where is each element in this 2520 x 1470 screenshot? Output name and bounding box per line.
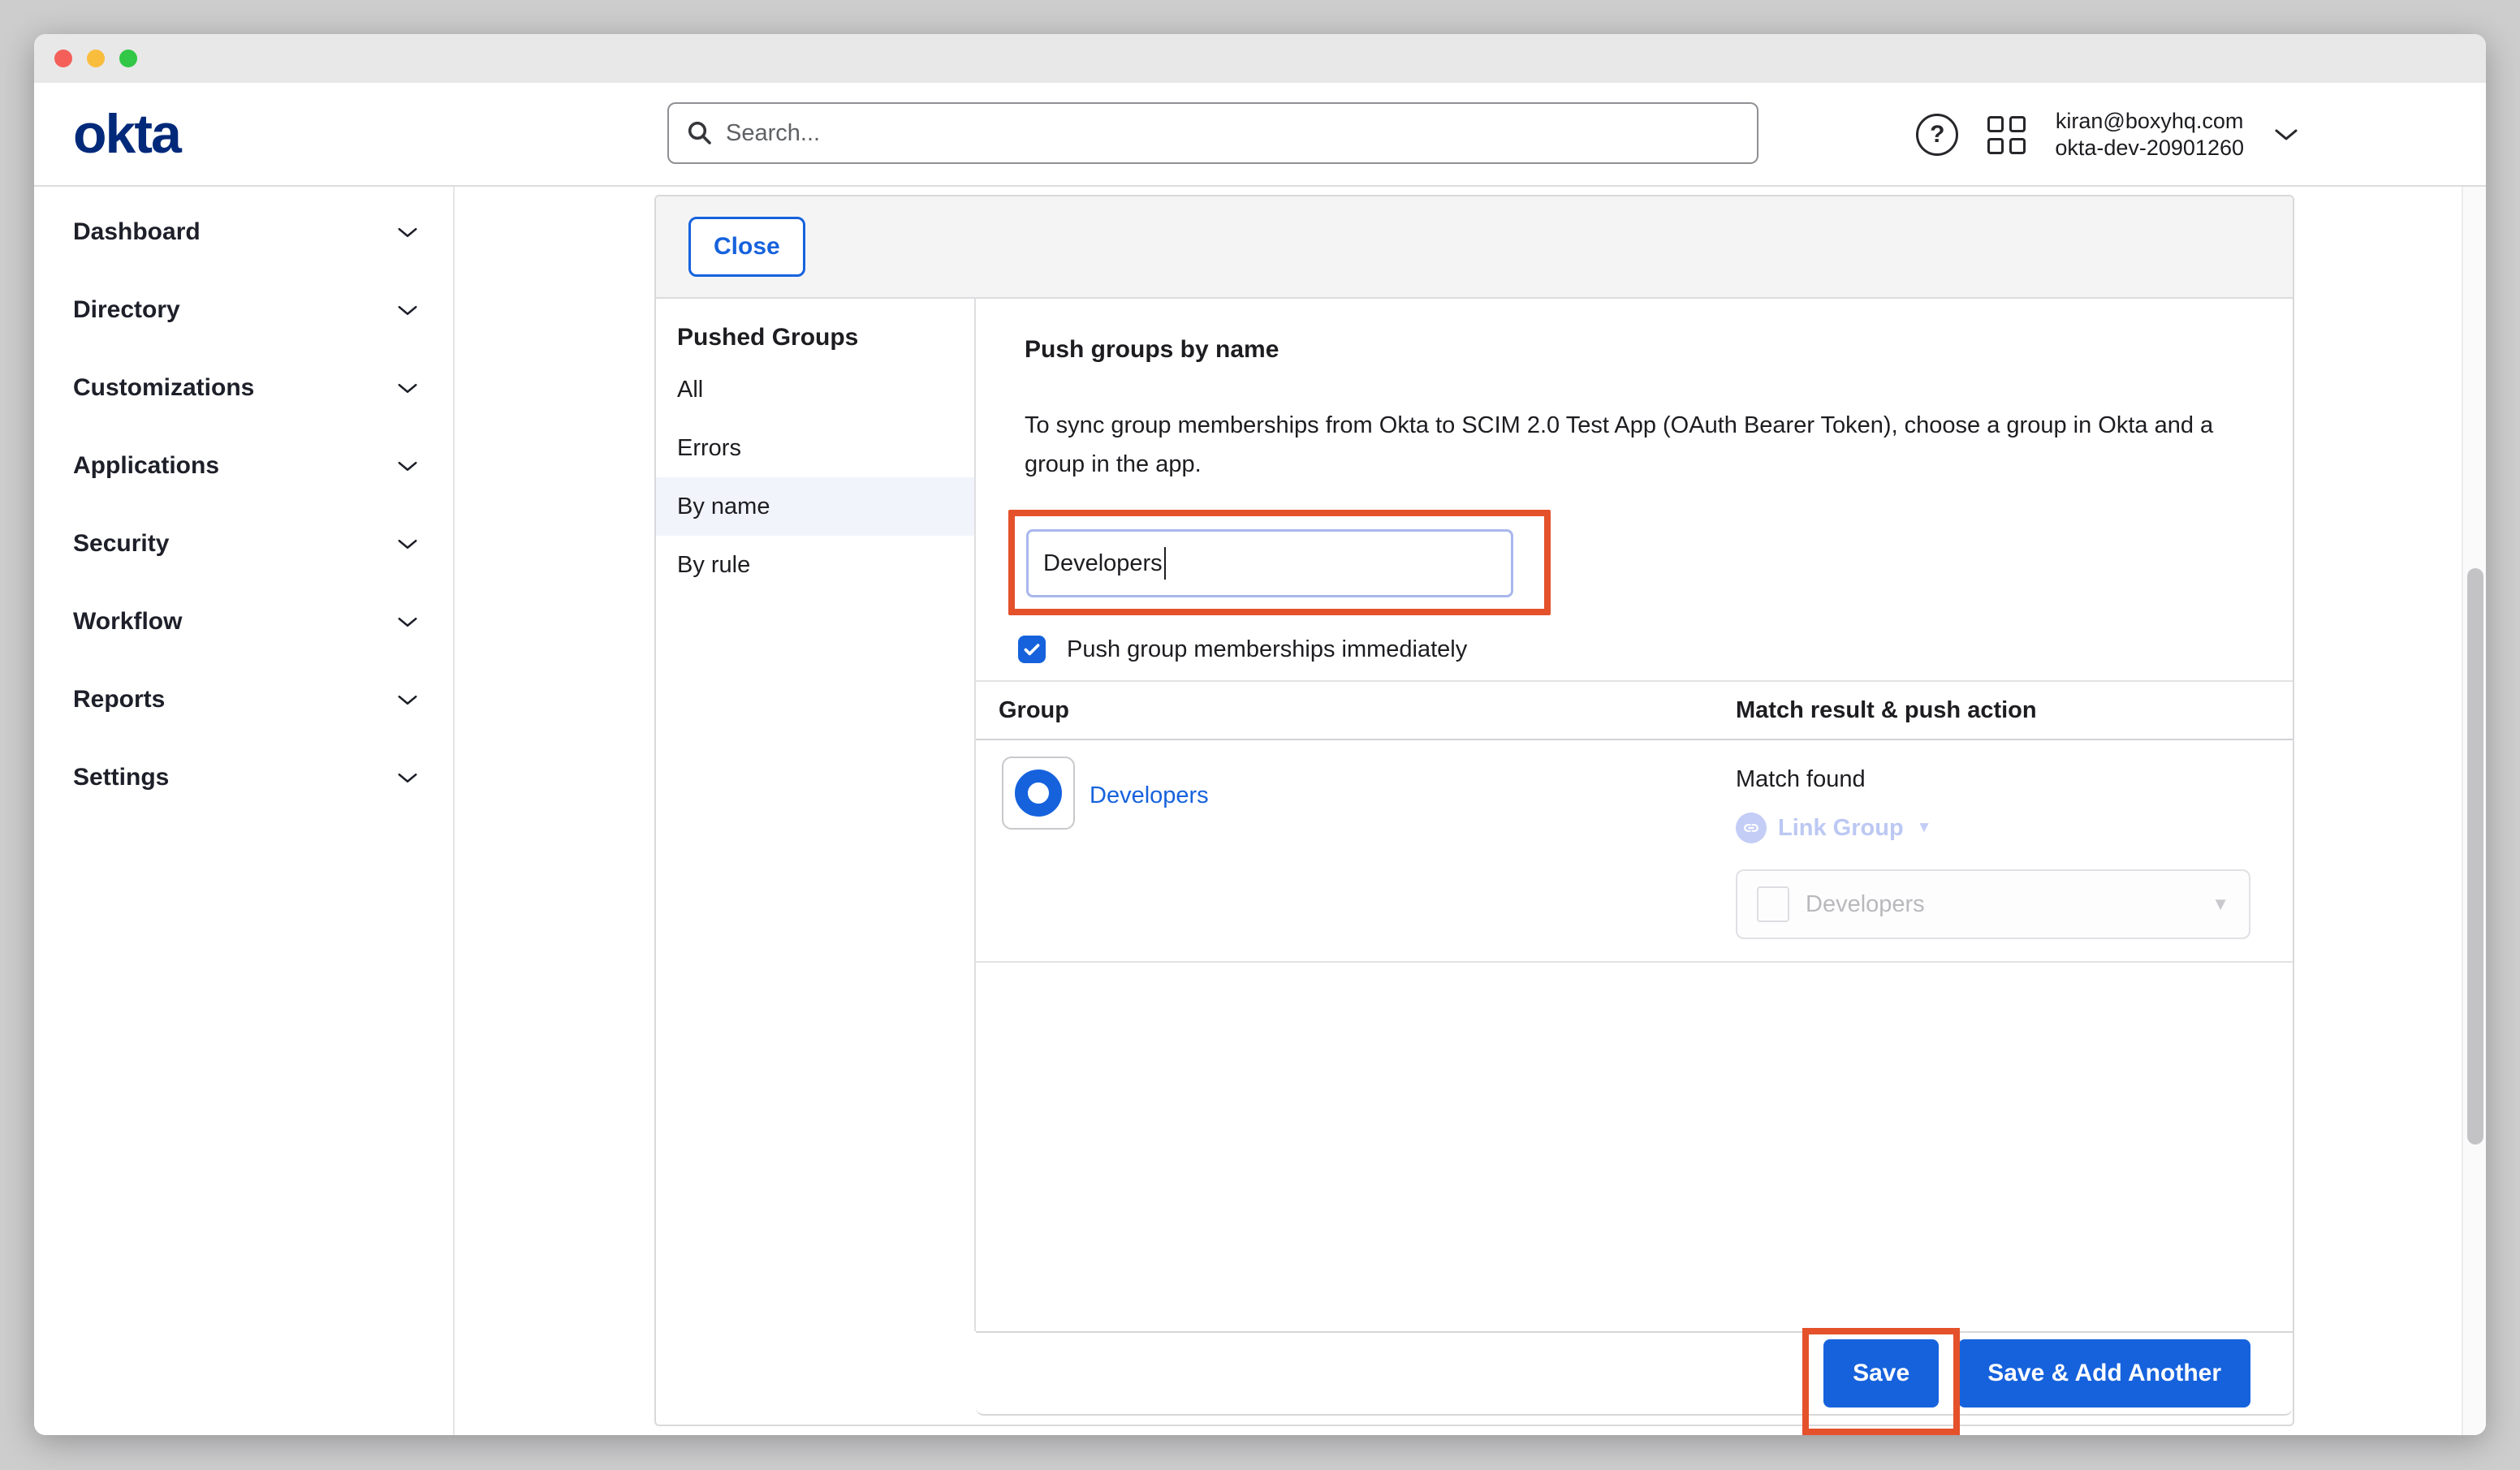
link-group-button[interactable]: Link Group ▼ — [1736, 813, 2293, 843]
sidebar-item-applications[interactable]: Applications — [34, 427, 453, 505]
group-search-input[interactable]: Developers — [1026, 529, 1513, 597]
dropdown-checkbox-icon — [1757, 886, 1789, 922]
sidebar-item-directory[interactable]: Directory — [34, 271, 453, 349]
sidebar-item-workflow[interactable]: Workflow — [34, 583, 453, 661]
grid-cell — [2009, 116, 2026, 132]
window-titlebar — [34, 34, 2486, 83]
annotation-highlight-input: Developers — [1008, 510, 1551, 615]
group-link[interactable]: Developers — [1090, 782, 1209, 809]
sidebar-item-label: Security — [73, 530, 169, 558]
account-menu[interactable]: kiran@boxyhq.com okta-dev-20901260 — [2055, 108, 2244, 162]
group-avatar — [1002, 757, 1075, 830]
chevron-down-icon — [396, 537, 419, 551]
sidebar-item-label: Dashboard — [73, 218, 201, 246]
empty-space — [976, 963, 2293, 1331]
dropdown-selected-value: Developers — [1806, 891, 1925, 918]
sidebar-item-security[interactable]: Security — [34, 505, 453, 583]
scrollbar-thumb[interactable] — [2467, 568, 2483, 1145]
pushed-groups-title: Pushed Groups — [656, 315, 974, 360]
chevron-down-icon — [396, 304, 419, 317]
sidebar-item-dashboard[interactable]: Dashboard — [34, 193, 453, 271]
page-title: Push groups by name — [1025, 333, 2293, 367]
sidebar-item-label: Customizations — [73, 374, 254, 402]
okta-logo[interactable]: okta — [73, 102, 180, 166]
panel-footer: Save Save & Add Another — [976, 1331, 2293, 1416]
main-sidebar: Dashboard Directory Customizations Appli… — [34, 187, 455, 1435]
push-immediately-row: Push group memberships immediately — [1018, 635, 2293, 664]
save-add-another-button[interactable]: Save & Add Another — [1958, 1339, 2250, 1407]
chevron-down-icon — [396, 382, 419, 395]
pushed-groups-nav: Pushed Groups All Errors By name By rule — [656, 299, 976, 1331]
app-header: okta ? kiran@boxyhq.com okta-dev-2090126… — [34, 83, 2486, 187]
okta-group-icon — [1015, 769, 1062, 817]
sidebar-item-settings[interactable]: Settings — [34, 739, 453, 817]
global-search[interactable] — [667, 102, 1758, 164]
chevron-down-icon — [396, 226, 419, 239]
chevron-down-icon — [396, 771, 419, 785]
minimize-window-icon[interactable] — [87, 50, 105, 67]
chevron-down-icon — [396, 615, 419, 629]
save-button-wrap: Save — [1823, 1339, 1939, 1407]
grid-cell — [1987, 138, 2004, 154]
group-search-input-value: Developers — [1043, 550, 1163, 577]
browser-window: okta ? kiran@boxyhq.com okta-dev-2090126… — [34, 34, 2486, 1435]
sidebar-item-label: Directory — [73, 296, 180, 324]
grid-cell — [2009, 138, 2026, 154]
sidebar-item-label: Settings — [73, 764, 169, 791]
search-input[interactable] — [726, 120, 1741, 147]
link-icon — [1736, 813, 1767, 843]
push-immediately-label: Push group memberships immediately — [1067, 636, 1467, 663]
match-status: Match found — [1736, 766, 2293, 793]
column-header-match: Match result & push action — [1736, 697, 2293, 724]
app-switcher-icon[interactable] — [1987, 116, 2026, 154]
page-description: To sync group memberships from Okta to S… — [1025, 406, 2242, 484]
sidebar-item-label: Applications — [73, 452, 219, 480]
pushed-groups-tab-all[interactable]: All — [656, 360, 974, 419]
main-content: Close Pushed Groups All Errors By name B… — [455, 187, 2462, 1435]
push-immediately-checkbox[interactable] — [1018, 636, 1046, 663]
sidebar-item-reports[interactable]: Reports — [34, 661, 453, 739]
push-groups-panel: Close Pushed Groups All Errors By name B… — [654, 195, 2294, 1426]
checkmark-icon — [1021, 639, 1042, 660]
pushed-groups-tab-by-rule[interactable]: By rule — [656, 536, 974, 594]
column-header-group: Group — [976, 697, 1736, 724]
text-cursor — [1164, 547, 1166, 580]
table-row: Developers Match found — [976, 740, 2293, 963]
pushed-groups-tab-by-name[interactable]: By name — [656, 477, 974, 536]
search-icon — [685, 119, 714, 148]
close-window-icon[interactable] — [54, 50, 72, 67]
link-group-caret-icon: ▼ — [1917, 819, 1932, 837]
page-scrollbar[interactable] — [2462, 187, 2486, 1435]
sidebar-item-label: Reports — [73, 686, 165, 713]
panel-toolbar: Close — [656, 196, 2293, 299]
chevron-down-icon — [396, 693, 419, 707]
account-email: kiran@boxyhq.com — [2055, 108, 2244, 135]
account-org: okta-dev-20901260 — [2055, 135, 2244, 162]
account-chevron-down-icon[interactable] — [2273, 127, 2299, 143]
table-header: Group Match result & push action — [976, 682, 2293, 740]
app-group-dropdown[interactable]: Developers ▼ — [1736, 869, 2250, 939]
close-button[interactable]: Close — [688, 217, 805, 277]
chevron-down-icon — [396, 459, 419, 473]
dropdown-caret-icon: ▼ — [2211, 894, 2229, 915]
zoom-window-icon[interactable] — [119, 50, 137, 67]
sidebar-item-customizations[interactable]: Customizations — [34, 349, 453, 427]
grid-cell — [1987, 116, 2004, 132]
help-icon[interactable]: ? — [1916, 114, 1958, 156]
link-group-label: Link Group — [1778, 815, 1904, 842]
save-button[interactable]: Save — [1823, 1339, 1939, 1407]
sidebar-item-label: Workflow — [73, 608, 182, 636]
pushed-groups-tab-errors[interactable]: Errors — [656, 419, 974, 477]
